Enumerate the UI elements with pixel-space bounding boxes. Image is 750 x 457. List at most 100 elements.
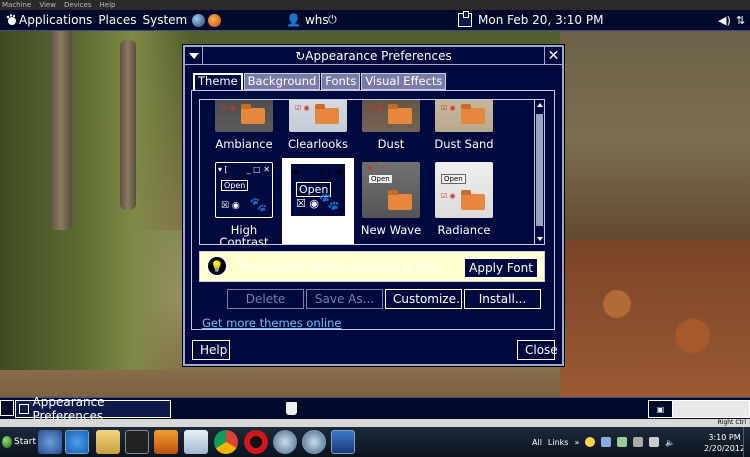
power-icon[interactable]: ⏻ xyxy=(328,13,337,27)
trash-icon[interactable] xyxy=(286,402,297,415)
tab-theme[interactable]: Theme xyxy=(193,73,243,90)
tray-status-icon[interactable] xyxy=(585,437,596,447)
users-icon[interactable] xyxy=(38,430,62,454)
places-label: Places xyxy=(98,13,137,27)
theme-clearlooks[interactable]: ☑ ◉ Clearlooks xyxy=(282,100,354,151)
media-player-icon[interactable] xyxy=(154,430,178,454)
chevron-icon[interactable]: » xyxy=(574,438,579,447)
tab-visual-effects[interactable]: Visual Effects xyxy=(361,73,447,90)
theme-thumbnail: ▾ □ ✕ Open ☒ ◉ 🐾 xyxy=(289,162,347,218)
font-suggestion-bar: 💡 The current theme suggests a font Appl… xyxy=(199,251,545,282)
gnome-foot-icon: 🐾 xyxy=(318,192,340,212)
tray-flag-icon[interactable] xyxy=(617,437,628,447)
host-menu-bar: Machine View Devices Help xyxy=(0,0,750,10)
theme-list[interactable]: ☑ ◉ Ambiance ☑ ◉ Clearlooks ☑ ◉ Dust ☑ ◉… xyxy=(199,99,545,245)
theme-high-contrast-inverse[interactable]: ▾ □ ✕ Open ☒ ◉ 🐾 xyxy=(282,158,354,244)
workspace-1[interactable]: ▣ xyxy=(649,401,673,417)
host-key-label: Right Ctrl xyxy=(717,419,746,426)
host-menu-view[interactable]: View xyxy=(39,1,56,9)
theme-label: Clearlooks xyxy=(288,137,348,151)
install-button[interactable]: Install... xyxy=(464,289,541,309)
safari-active-icon[interactable] xyxy=(302,430,326,454)
tab-background[interactable]: Background xyxy=(243,73,321,90)
triangle-down-icon xyxy=(188,52,199,59)
volume-icon[interactable]: ◀) xyxy=(718,14,731,27)
gnome-foot-icon xyxy=(6,14,16,25)
folder-icon xyxy=(315,104,339,124)
theme-list-scrollbar[interactable] xyxy=(534,100,544,244)
theme-thumbnail: ▾ [_ □ ✕ Open ☒ ◉ 🐾 xyxy=(215,162,273,218)
get-more-themes-link[interactable]: Get more themes online xyxy=(202,316,341,330)
internet-explorer-icon[interactable] xyxy=(65,430,89,454)
places-menu[interactable]: Places xyxy=(98,13,136,27)
clock-area[interactable]: Mon Feb 20, 3:10 PM xyxy=(458,11,603,27)
windows-date: 2/20/2012 xyxy=(704,444,746,453)
theme-high-contrast[interactable]: ▾ [_ □ ✕ Open ☒ ◉ 🐾 High Contrast xyxy=(208,162,280,244)
tray-power-icon[interactable] xyxy=(633,437,644,447)
theme-new-wave[interactable]: ▪ ˄ ✕ Open New Wave xyxy=(355,162,427,236)
radio-icon: ☑ ◉ xyxy=(368,104,383,112)
safari-icon[interactable] xyxy=(273,430,297,454)
system-menu[interactable]: System xyxy=(142,13,187,27)
tab-strip: Theme Background Fonts Visual Effects xyxy=(193,73,447,90)
windows-clock[interactable]: 3:10 PM 2/20/2012 xyxy=(704,432,745,454)
browser-globe-icon[interactable] xyxy=(192,13,206,27)
host-show-desktop-button[interactable] xyxy=(743,427,750,457)
appearance-dialog: ↻Appearance Preferences ✕ Theme Backgrou… xyxy=(183,45,564,366)
theme-label: New Wave xyxy=(360,223,422,237)
theme-thumbnail: ☑ ◉ xyxy=(362,100,420,132)
scroll-down-button[interactable] xyxy=(535,234,544,244)
dialog-title: ↻Appearance Preferences xyxy=(203,49,544,63)
network-icon[interactable]: ⇅ xyxy=(736,14,745,27)
theme-ambiance[interactable]: ☑ ◉ Ambiance xyxy=(208,100,280,150)
workspace-switcher[interactable]: ▣ xyxy=(648,400,750,418)
scroll-thumb[interactable] xyxy=(536,114,543,226)
tray-network-icon[interactable] xyxy=(649,437,660,447)
host-menu-help[interactable]: Help xyxy=(100,1,116,9)
window-menu-button[interactable] xyxy=(185,47,203,64)
theme-dust[interactable]: ☑ ◉ Dust xyxy=(355,100,427,150)
show-desktop-button[interactable] xyxy=(0,400,14,416)
user-menu[interactable]: 👤 whs xyxy=(286,13,329,27)
thumb-titlebar: ▾ [_ □ ✕ xyxy=(218,165,270,174)
theme-thumbnail: ☑ ◉ xyxy=(435,100,493,132)
start-button[interactable]: Start xyxy=(2,429,36,455)
explorer-folder-icon[interactable] xyxy=(96,430,120,454)
applications-menu[interactable]: Applications xyxy=(6,13,92,27)
wallpaper-trunk xyxy=(120,40,136,210)
host-menu-devices[interactable]: Devices xyxy=(64,1,92,9)
refresh-icon: ↻ xyxy=(295,48,306,63)
theme-button-row: Delete Save As... Customize... Install..… xyxy=(227,289,541,309)
save-as-button[interactable]: Save As... xyxy=(306,289,383,309)
tray-volume-icon[interactable]: 🔈 xyxy=(665,438,675,447)
workspace-2[interactable] xyxy=(673,401,749,417)
folder-icon xyxy=(241,104,265,124)
notepad-icon[interactable] xyxy=(184,430,208,454)
dialog-titlebar[interactable]: ↻Appearance Preferences ✕ xyxy=(185,47,562,65)
scroll-up-button[interactable] xyxy=(535,100,544,110)
tray-links-label[interactable]: Links xyxy=(548,438,569,447)
top-panel: Applications Places System 👤 whs ⏻ Mon F… xyxy=(0,10,750,31)
help-button[interactable]: Help xyxy=(192,340,230,360)
delete-button[interactable]: Delete xyxy=(227,289,304,309)
theme-radiance[interactable]: Open ☑ ◉ Radiance xyxy=(428,162,500,236)
taskbar-appearance-preferences[interactable]: Appearance Preferences xyxy=(15,395,171,423)
virtualbox-icon[interactable] xyxy=(331,430,355,454)
tray-all-label[interactable]: All xyxy=(532,438,542,447)
command-prompt-icon[interactable] xyxy=(125,430,149,454)
close-button[interactable]: Close xyxy=(517,340,558,360)
theme-dust-sand[interactable]: ☑ ◉ Dust Sand xyxy=(428,100,500,150)
firefox-icon[interactable] xyxy=(208,13,222,27)
tab-fonts[interactable]: Fonts xyxy=(321,73,361,90)
clipboard-icon xyxy=(458,11,472,27)
tray-vbox-icon[interactable] xyxy=(601,437,612,447)
vm-status-strip: Right Ctrl xyxy=(0,419,750,427)
customize-button[interactable]: Customize... xyxy=(385,289,467,309)
window-close-button[interactable]: ✕ xyxy=(544,47,562,64)
windows-taskbar: Start All Links » 🔈 3:10 PM 2/20/2012 xyxy=(0,427,750,457)
wallpaper-trunk xyxy=(50,30,72,230)
apply-font-button[interactable]: Apply Font xyxy=(464,258,538,278)
opera-icon[interactable] xyxy=(244,430,268,454)
chrome-icon[interactable] xyxy=(214,430,238,454)
host-menu-machine[interactable]: Machine xyxy=(2,1,31,9)
